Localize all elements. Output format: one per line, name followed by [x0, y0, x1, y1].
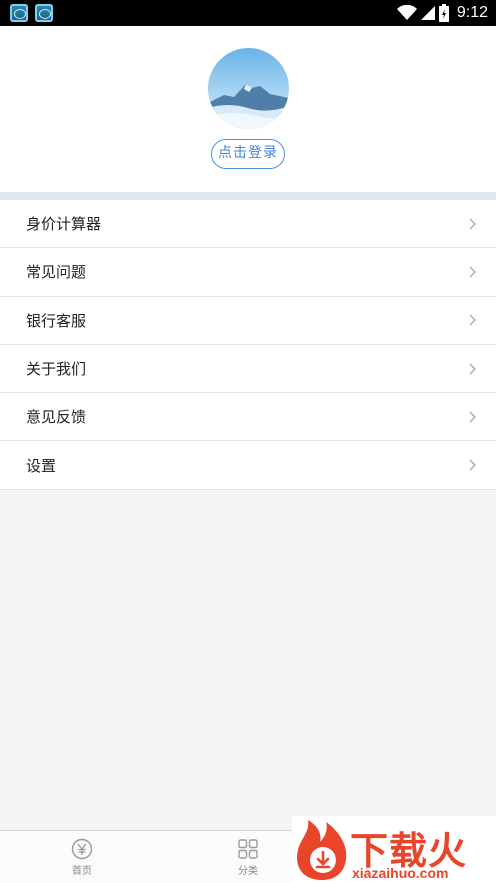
chevron-right-icon — [469, 362, 477, 375]
chevron-right-icon — [469, 411, 477, 423]
chevron-right-icon — [469, 459, 477, 471]
nav-item-category[interactable]: 分类 — [203, 831, 293, 883]
chevron-right-icon — [469, 266, 477, 278]
status-bar: 9:12 — [0, 0, 496, 26]
menu-item-label: 身价计算器 — [26, 215, 102, 234]
nav-item-home[interactable]: 首页 — [37, 831, 127, 883]
grid-icon — [238, 839, 258, 859]
menu-item-settings[interactable]: 设置 — [0, 441, 496, 490]
profile-header: 点击登录 — [0, 26, 496, 192]
login-button[interactable]: 点击登录 — [211, 139, 285, 169]
menu-item-label: 关于我们 — [26, 360, 87, 379]
menu-item-label: 意见反馈 — [26, 408, 87, 427]
battery-icon — [438, 4, 449, 22]
chevron-right-icon — [469, 314, 477, 326]
app-icon — [35, 4, 53, 22]
chevron-right-icon — [469, 218, 477, 230]
nav-item-label: 分类 — [238, 866, 258, 877]
clock: 9:12 — [456, 4, 488, 21]
watermark-url: xiazaihuo.com — [352, 865, 449, 881]
signal-icon — [420, 6, 435, 20]
menu-item-worth-calculator[interactable]: 身价计算器 — [0, 200, 496, 249]
menu-item-label: 设置 — [26, 456, 57, 475]
menu-list: 身价计算器 常见问题 银行客服 关于我们 意见反馈 设置 — [0, 200, 496, 490]
menu-item-feedback[interactable]: 意见反馈 — [0, 393, 496, 442]
wifi-icon — [396, 5, 417, 20]
section-divider — [0, 192, 496, 200]
watermark: 下载火 xiazaihuo.com — [292, 816, 496, 883]
status-icons: 9:12 — [396, 0, 488, 26]
menu-item-bank-service[interactable]: 银行客服 — [0, 296, 496, 345]
menu-item-about-us[interactable]: 关于我们 — [0, 344, 496, 394]
app-icon — [10, 4, 28, 22]
flame-logo-icon — [297, 820, 347, 880]
menu-item-faq[interactable]: 常见问题 — [0, 248, 496, 297]
avatar[interactable] — [208, 48, 289, 129]
yen-circle-icon — [71, 838, 93, 860]
mountain-avatar-icon — [208, 48, 289, 129]
nav-item-label: 首页 — [72, 866, 92, 877]
menu-item-label: 银行客服 — [26, 311, 87, 330]
menu-item-label: 常见问题 — [26, 263, 87, 282]
